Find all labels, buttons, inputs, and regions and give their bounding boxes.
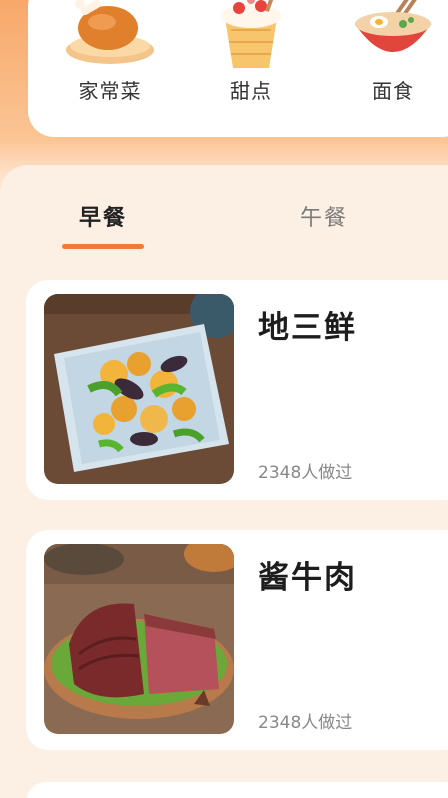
- active-tab-indicator: [62, 244, 144, 249]
- recipe-title: 酱牛肉: [258, 560, 357, 596]
- recipe-card[interactable]: [26, 782, 448, 798]
- category-label: 面食: [372, 79, 414, 103]
- category-label: 甜点: [230, 79, 272, 103]
- roast-chicken-icon: [66, 0, 154, 64]
- category-label: 家常菜: [78, 79, 142, 103]
- tab-breakfast[interactable]: 早餐: [79, 200, 127, 232]
- tab-lunch[interactable]: 午餐: [300, 200, 348, 232]
- recipe-cooked-count: 2348人做过: [258, 463, 353, 483]
- recipe-title: 地三鲜: [258, 310, 357, 346]
- dessert-cup-icon: [221, 0, 281, 68]
- noodle-bowl-icon: [355, 0, 431, 52]
- recipe-card[interactable]: 地三鲜 2348人做过: [26, 280, 448, 500]
- app-screen: 家常菜 甜点 面食 早餐 午餐 地三鲜 2348人做过 酱牛肉 2348人做过: [0, 0, 448, 798]
- recipe-image: [44, 294, 234, 484]
- category-card: 家常菜 甜点 面食: [28, 0, 448, 137]
- recipe-card[interactable]: 酱牛肉 2348人做过: [26, 530, 448, 750]
- recipe-image: [44, 544, 234, 734]
- recipe-cooked-count: 2348人做过: [258, 713, 353, 733]
